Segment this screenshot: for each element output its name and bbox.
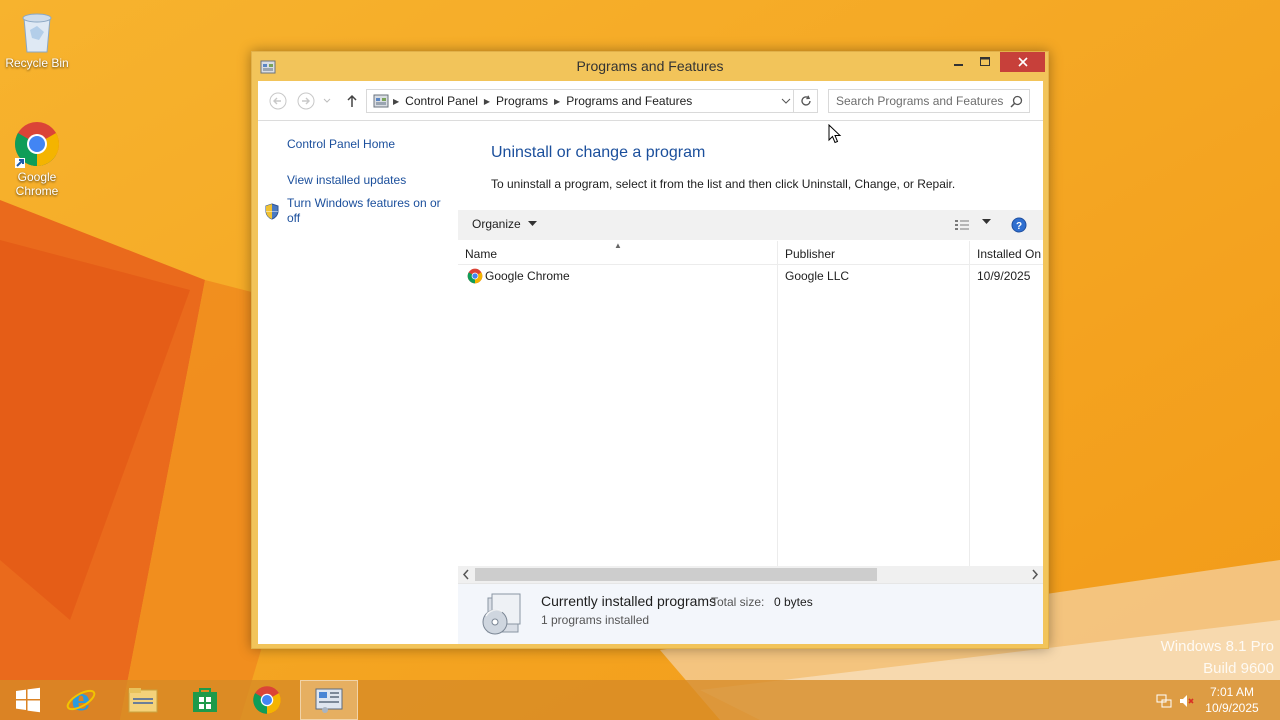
taskbar-file-explorer[interactable] xyxy=(115,680,171,720)
programs-and-features-window[interactable]: Programs and Features ▶ Control Panel ▶ … xyxy=(251,51,1049,649)
view-details-icon[interactable] xyxy=(954,218,970,232)
total-size-label: Total size: xyxy=(711,595,765,609)
scrollbar-thumb[interactable] xyxy=(475,568,877,581)
close-button[interactable] xyxy=(1000,52,1045,72)
refresh-button[interactable] xyxy=(793,90,817,112)
maximize-button[interactable] xyxy=(972,52,998,72)
chevron-down-icon[interactable] xyxy=(781,94,791,108)
details-title: Currently installed programs xyxy=(541,593,717,609)
page-title: Uninstall or change a program xyxy=(491,144,706,161)
scroll-left-icon[interactable] xyxy=(462,569,470,580)
up-arrow-icon xyxy=(347,94,357,107)
file-explorer-icon xyxy=(128,688,158,713)
chrome-icon xyxy=(467,268,483,284)
svg-text:e: e xyxy=(71,684,90,716)
start-button[interactable] xyxy=(0,680,56,720)
navigation-bar: ▶ Control Panel ▶ Programs ▶ Programs an… xyxy=(258,81,1043,121)
chevron-down-icon xyxy=(323,98,331,103)
window-content: ▶ Control Panel ▶ Programs ▶ Programs an… xyxy=(258,81,1043,644)
control-panel-icon xyxy=(373,94,389,108)
network-icon[interactable] xyxy=(1156,693,1172,709)
up-button[interactable] xyxy=(342,91,362,111)
taskbar: e 7:01 AM 10/9/2025 xyxy=(0,680,1280,720)
address-bar[interactable]: ▶ Control Panel ▶ Programs ▶ Programs an… xyxy=(366,89,818,113)
back-button[interactable] xyxy=(268,91,288,111)
installed-programs-icon xyxy=(482,593,521,635)
store-icon xyxy=(193,688,217,712)
total-size-value: 0 bytes xyxy=(774,595,813,609)
mouse-cursor-icon xyxy=(828,124,842,144)
taskbar-store[interactable] xyxy=(177,680,233,720)
organize-button[interactable]: Organize xyxy=(472,217,537,231)
refresh-icon xyxy=(800,95,811,106)
breadcrumb: ▶ Control Panel ▶ Programs ▶ Programs an… xyxy=(373,90,698,112)
minimize-icon xyxy=(954,64,963,66)
link-turn-windows-features[interactable]: Turn Windows features on or off xyxy=(287,196,447,226)
program-row[interactable]: Google Chrome Google LLC 10/9/2025 xyxy=(458,265,1043,287)
desktop-icon-recycle-bin[interactable]: Recycle Bin xyxy=(0,8,74,70)
details-pane: Currently installed programs Total size:… xyxy=(458,583,1043,644)
windows-watermark: Windows 8.1 Pro Build 9600 xyxy=(1161,636,1274,680)
chrome-icon xyxy=(253,686,281,714)
start-icon xyxy=(16,687,40,713)
internet-explorer-icon: e xyxy=(66,684,96,716)
back-arrow-icon xyxy=(269,92,287,110)
taskbar-control-panel[interactable] xyxy=(300,680,358,720)
organize-label: Organize xyxy=(472,217,521,231)
chevron-down-icon[interactable] xyxy=(982,219,991,225)
page-description: To uninstall a program, select it from t… xyxy=(491,177,956,191)
link-control-panel-home[interactable]: Control Panel Home xyxy=(287,137,447,152)
taskbar-internet-explorer[interactable]: e xyxy=(53,680,109,720)
search-placeholder: Search Programs and Features xyxy=(836,94,1004,108)
link-view-installed-updates[interactable]: View installed updates xyxy=(287,173,447,188)
help-icon[interactable]: ? xyxy=(1011,217,1027,233)
taskbar-chrome[interactable] xyxy=(239,680,295,720)
title-bar[interactable]: Programs and Features xyxy=(252,52,1048,81)
chevron-down-icon xyxy=(527,221,537,226)
breadcrumb-programs[interactable]: Programs xyxy=(490,94,554,108)
svg-text:?: ? xyxy=(1016,221,1022,232)
clock-time: 7:01 AM xyxy=(1209,685,1255,699)
column-divider[interactable] xyxy=(969,241,970,567)
column-divider[interactable] xyxy=(777,241,778,567)
program-installed-on: 10/9/2025 xyxy=(977,269,1031,283)
horizontal-scrollbar[interactable] xyxy=(458,566,1043,583)
main-pane: Uninstall or change a program To uninsta… xyxy=(458,122,1043,644)
taskbar-clock[interactable]: 7:01 AM 10/9/2025 xyxy=(1200,684,1264,716)
column-header-publisher[interactable]: Publisher xyxy=(785,247,835,261)
desktop-icon-label: Recycle Bin xyxy=(5,56,69,70)
desktop-icon-google-chrome[interactable]: Google Chrome xyxy=(0,120,74,198)
programs-count: 1 programs installed xyxy=(541,613,650,627)
scroll-right-icon[interactable] xyxy=(1031,569,1039,580)
recycle-bin-icon xyxy=(22,13,52,53)
toolbar: Organize ? xyxy=(458,210,1043,240)
volume-muted-icon[interactable] xyxy=(1178,693,1194,709)
forward-arrow-icon xyxy=(297,92,315,110)
search-icon[interactable] xyxy=(1010,95,1023,108)
program-name: Google Chrome xyxy=(485,269,570,283)
desktop-icon-label: Google Chrome xyxy=(15,170,59,198)
recent-locations-button[interactable] xyxy=(320,91,334,111)
breadcrumb-control-panel[interactable]: Control Panel xyxy=(399,94,484,108)
program-publisher: Google LLC xyxy=(785,269,850,283)
column-header-name[interactable]: Name xyxy=(465,247,497,261)
maximize-icon xyxy=(980,57,990,66)
window-title: Programs and Features xyxy=(576,58,724,74)
search-input[interactable]: Search Programs and Features xyxy=(828,89,1030,113)
control-panel-icon xyxy=(315,688,343,713)
left-pane: Control Panel Home View installed update… xyxy=(258,122,458,644)
shield-icon xyxy=(265,203,279,220)
clock-date: 10/9/2025 xyxy=(1205,701,1259,715)
forward-button[interactable] xyxy=(296,91,316,111)
column-headers: ▲ Name Publisher Installed On xyxy=(458,241,1043,265)
minimize-button[interactable] xyxy=(946,52,972,72)
column-header-installed-on[interactable]: Installed On xyxy=(977,247,1041,261)
watermark-edition: Windows 8.1 Pro xyxy=(1160,638,1274,655)
sort-ascending-icon: ▲ xyxy=(614,241,622,250)
breadcrumb-programs-and-features[interactable]: Programs and Features xyxy=(560,94,698,108)
chrome-icon xyxy=(15,122,59,168)
close-icon xyxy=(1017,57,1028,67)
watermark-build: Build 9600 xyxy=(1203,660,1274,677)
